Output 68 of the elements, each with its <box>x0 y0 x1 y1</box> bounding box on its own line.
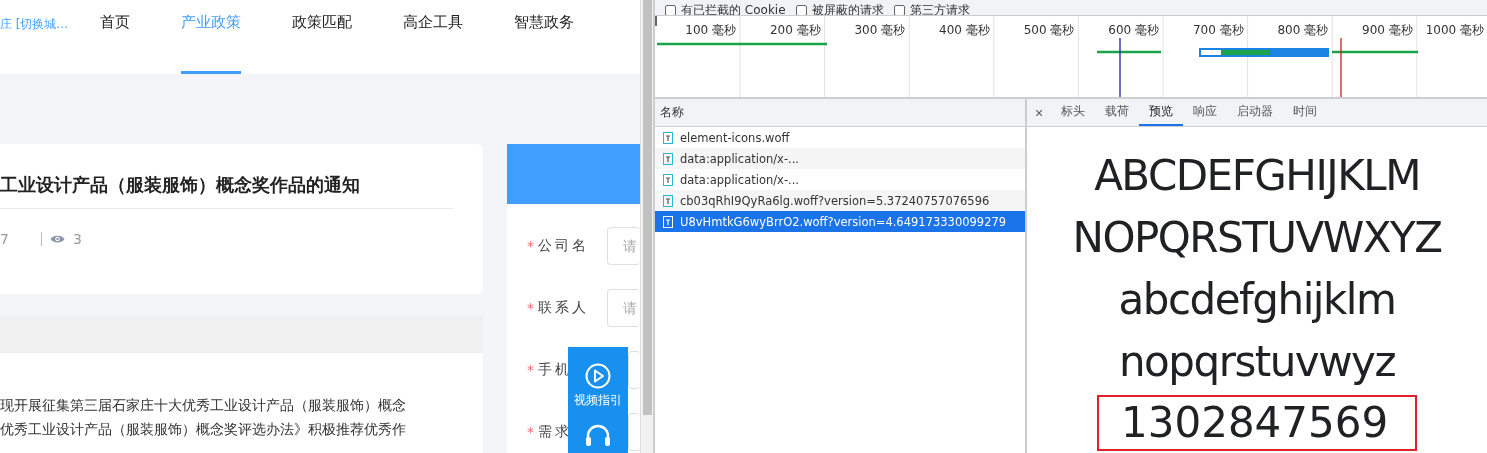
timeline-tick-label: 400 毫秒 <box>939 23 990 37</box>
dom-content-loaded-marker <box>1119 37 1121 98</box>
required-marker: * <box>527 424 534 440</box>
font-preview-text: ABCDEFGHIJKLM <box>1094 150 1420 202</box>
panel-tab[interactable]: 响应 <box>1183 99 1228 126</box>
article-title: 工业设计产品（服装服饰）概念奖作品的通知 <box>0 144 453 209</box>
view-count: 3 <box>72 231 82 247</box>
input-field[interactable] <box>628 351 640 389</box>
timeline-tick-label: 1000 毫秒 <box>1425 23 1484 37</box>
input-field[interactable] <box>628 413 640 451</box>
timeline-tick-label: 600 毫秒 <box>1108 23 1159 37</box>
meta-divider <box>40 232 42 246</box>
font-file-icon <box>663 215 673 228</box>
close-button[interactable]: × <box>1033 99 1052 126</box>
headset-icon[interactable] <box>585 424 611 446</box>
nav-tab[interactable]: 智慧政务 <box>514 0 574 74</box>
font-file-icon <box>663 152 673 165</box>
request-row[interactable]: cb03qRhI9QyRa6lg.woff?version=5.37240757076596 <box>655 190 1025 211</box>
checkbox-label: 有已拦截的 Cookie <box>681 2 786 15</box>
article-text: 优秀工业设计产品（服装服饰）概念奖评选办法》积极推荐优秀作 <box>0 420 407 439</box>
font-file-icon <box>663 194 673 207</box>
font-preview-text: nopqrstuvwyz <box>1119 336 1395 388</box>
publish-date: 7 <box>0 231 9 247</box>
font-preview-text: NOPQRSTUVWXYZ <box>1072 212 1442 264</box>
timeline-tick-label: 200 毫秒 <box>769 23 821 37</box>
request-row[interactable]: data:application/x-... <box>655 169 1025 190</box>
nav-tab[interactable]: 政策匹配 <box>292 0 352 74</box>
checkbox-label: 第三方请求 <box>909 2 970 15</box>
font-preview-digits: 1302847569 <box>1097 395 1417 451</box>
timeline-tick-label: 100 毫秒 <box>685 23 736 37</box>
load-marker <box>1340 37 1342 98</box>
eye-icon <box>49 234 65 244</box>
nav-tab[interactable]: 首页 <box>100 0 130 74</box>
required-marker: * <box>527 362 534 378</box>
field-label: 手机 <box>538 361 572 379</box>
field-label: 联系人 <box>538 299 589 317</box>
nav-tab[interactable]: 高企工具 <box>403 0 463 74</box>
request-row[interactable]: element-icons.woff <box>655 127 1025 148</box>
input-field[interactable]: 请 <box>607 289 640 327</box>
font-preview-text: abcdefghijklm <box>1118 274 1396 326</box>
timeline-tick-label: 900 毫秒 <box>1362 23 1413 37</box>
field-label: 需求 <box>538 423 572 441</box>
panel-tab[interactable]: 标头 <box>1051 99 1096 126</box>
panel-tab[interactable]: 启动器 <box>1227 99 1284 126</box>
column-header[interactable]: 名称 <box>655 99 1025 127</box>
panel-tab[interactable]: 载荷 <box>1095 99 1140 126</box>
checkbox-label: 被屏蔽的请求 <box>811 2 884 15</box>
timeline-tick-label: 700 毫秒 <box>1192 23 1244 37</box>
required-marker: * <box>527 238 534 254</box>
font-file-icon <box>663 131 673 144</box>
request-row[interactable]: U8vHmtkG6wyBrrO2.woff?version=4.649173330099279 <box>655 211 1025 232</box>
required-marker: * <box>527 300 534 316</box>
panel-tab[interactable]: 预览 <box>1139 99 1184 126</box>
article-text: 现开展征集第三届石家庄十大优秀工业设计产品（服装服饰）概念 <box>0 396 407 415</box>
panel-tab[interactable]: 时间 <box>1283 99 1328 126</box>
checkbox[interactable] <box>893 5 905 15</box>
input-field[interactable]: 请 <box>607 227 640 265</box>
request-row[interactable]: data:application/x-... <box>655 148 1025 169</box>
scrollbar[interactable] <box>640 0 653 453</box>
timeline-tick-label: 500 毫秒 <box>1023 23 1075 37</box>
field-label: 公司名 <box>538 237 589 255</box>
checkbox[interactable] <box>795 5 807 15</box>
timeline-tick-label: 800 毫秒 <box>1277 23 1329 37</box>
checkbox[interactable] <box>665 5 676 15</box>
timeline-bar <box>1097 50 1161 54</box>
play-icon <box>585 363 611 389</box>
font-file-icon <box>663 173 673 186</box>
timeline-tick-label: 300 毫秒 <box>854 23 906 37</box>
